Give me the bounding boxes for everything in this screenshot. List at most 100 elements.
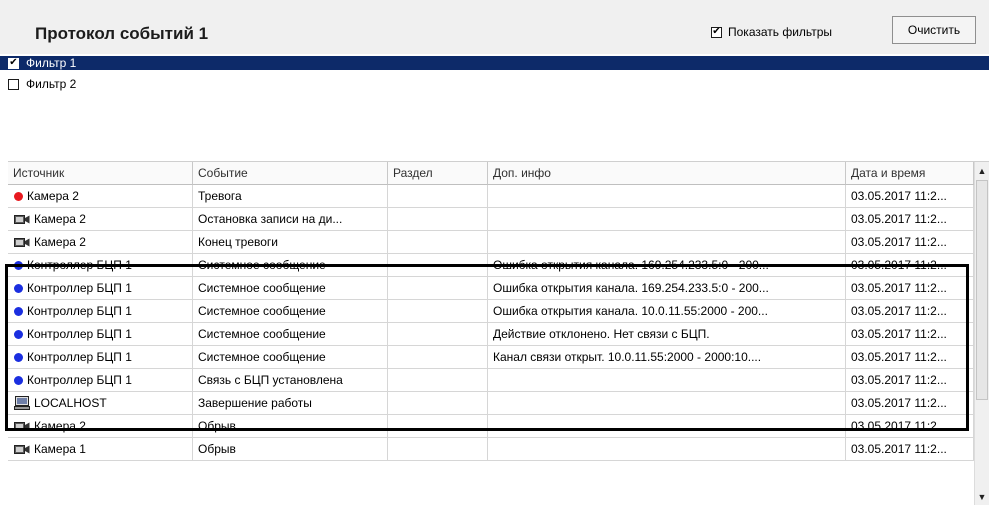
- source-label: Камера 2: [34, 212, 86, 226]
- cell-datetime: 03.05.2017 11:2...: [846, 392, 974, 415]
- event-log-header: Протокол событий 1 ✔ Показать фильтры Оч…: [0, 0, 989, 54]
- cell-section: [388, 346, 488, 369]
- cell-info: Ошибка открытия канала. 10.0.11.55:2000 …: [488, 300, 846, 323]
- column-header-info[interactable]: Доп. инфо: [488, 162, 846, 185]
- filter-1-checkbox[interactable]: ✔: [8, 57, 19, 69]
- cell-event: Системное сообщение: [193, 346, 388, 369]
- table-row[interactable]: Камера 2 Тревога 03.05.2017 11:2...: [8, 185, 974, 208]
- cell-event: Системное сообщение: [193, 254, 388, 277]
- blue-dot-icon: [14, 306, 23, 316]
- blue-dot-icon: [14, 260, 23, 270]
- table-row[interactable]: Камера 2 Остановка записи на ди... 03.05.2…: [8, 208, 974, 231]
- column-header-source[interactable]: Источник: [8, 162, 193, 185]
- cell-info: Ошибка открытия канала. 169.254.233.5:0 …: [488, 254, 846, 277]
- cell-datetime: 03.05.2017 11:2...: [846, 323, 974, 346]
- table-row[interactable]: Контроллер БЦП 1 Связь с БЦП установлена 0…: [8, 369, 974, 392]
- scrollbar-thumb[interactable]: [976, 180, 988, 400]
- show-filters-checkbox[interactable]: ✔: [711, 26, 722, 38]
- camera-icon: [14, 214, 30, 225]
- cell-source: Камера 2: [8, 231, 193, 254]
- scroll-down-icon[interactable]: ▼: [975, 488, 989, 505]
- cell-event: Тревога: [193, 185, 388, 208]
- cell-event: Обрыв: [193, 415, 388, 438]
- clear-button[interactable]: Очистить: [892, 16, 976, 44]
- cell-section: [388, 277, 488, 300]
- table-row[interactable]: Камера 1 Обрыв 03.05.2017 11:2...: [8, 438, 974, 461]
- table-row[interactable]: Контроллер БЦП 1 Системное сообщение Ошибк…: [8, 277, 974, 300]
- cell-datetime: 03.05.2017 11:2...: [846, 185, 974, 208]
- cell-section: [388, 323, 488, 346]
- filter-1-label: Фильтр 1: [26, 56, 77, 70]
- cell-datetime: 03.05.2017 11:2...: [846, 369, 974, 392]
- cell-datetime: 03.05.2017 11:2...: [846, 208, 974, 231]
- source-label: Контроллер БЦП 1: [27, 281, 132, 295]
- source-label: Камера 2: [27, 189, 79, 203]
- table-row[interactable]: LOCALHOST Завершение работы 03.05.2017 11:…: [8, 392, 974, 415]
- table-row[interactable]: Камера 2 Конец тревоги 03.05.2017 11:2...: [8, 231, 974, 254]
- cell-source: LOCALHOST: [8, 392, 193, 415]
- red-dot-icon: [14, 191, 23, 201]
- cell-info: [488, 185, 846, 208]
- table-header: Источник Событие Раздел Доп. инфо Дата и…: [8, 162, 974, 185]
- filter-2-checkbox[interactable]: [8, 78, 19, 90]
- source-label: LOCALHOST: [34, 396, 107, 410]
- table-row[interactable]: Контроллер БЦП 1 Системное сообщение Ошибк…: [8, 254, 974, 277]
- cell-datetime: 03.05.2017 11:2...: [846, 415, 974, 438]
- table-row[interactable]: Контроллер БЦП 1 Системное сообщение Ошибк…: [8, 300, 974, 323]
- cell-source: Камера 2: [8, 185, 193, 208]
- filter-2-label: Фильтр 2: [26, 77, 77, 91]
- cell-event: Системное сообщение: [193, 300, 388, 323]
- cell-info: [488, 438, 846, 461]
- events-table: Источник Событие Раздел Доп. инфо Дата и…: [8, 161, 989, 505]
- cell-section: [388, 254, 488, 277]
- table-row[interactable]: Контроллер БЦП 1 Системное сообщение Дейст…: [8, 323, 974, 346]
- source-label: Камера 1: [34, 442, 86, 456]
- computer-icon: [14, 396, 30, 410]
- cell-section: [388, 369, 488, 392]
- source-label: Камера 2: [34, 235, 86, 249]
- filter-item-2[interactable]: Фильтр 2: [8, 77, 76, 91]
- column-header-event[interactable]: Событие: [193, 162, 388, 185]
- cell-source: Камера 2: [8, 208, 193, 231]
- cell-section: [388, 185, 488, 208]
- column-header-datetime[interactable]: Дата и время: [846, 162, 974, 185]
- cell-datetime: 03.05.2017 11:2...: [846, 254, 974, 277]
- blue-dot-icon: [14, 283, 23, 293]
- cell-event: Связь с БЦП установлена: [193, 369, 388, 392]
- cell-source: Контроллер БЦП 1: [8, 277, 193, 300]
- cell-source: Контроллер БЦП 1: [8, 323, 193, 346]
- cell-source: Контроллер БЦП 1: [8, 300, 193, 323]
- cell-info: [488, 392, 846, 415]
- show-filters-toggle[interactable]: ✔ Показать фильтры: [711, 24, 832, 40]
- column-header-section[interactable]: Раздел: [388, 162, 488, 185]
- filter-item-1[interactable]: ✔ Фильтр 1: [0, 56, 989, 70]
- source-label: Камера 2: [34, 419, 86, 433]
- page-title: Протокол событий 1: [35, 24, 209, 43]
- cell-event: Остановка записи на ди...: [193, 208, 388, 231]
- blue-dot-icon: [14, 352, 23, 362]
- cell-source: Камера 2: [8, 415, 193, 438]
- cell-info: [488, 231, 846, 254]
- show-filters-label: Показать фильтры: [728, 25, 833, 39]
- cell-datetime: 03.05.2017 11:2...: [846, 277, 974, 300]
- cell-info: [488, 208, 846, 231]
- camera-icon: [14, 237, 30, 248]
- table-row[interactable]: Камера 2 Обрыв 03.05.2017 11:2...: [8, 415, 974, 438]
- cell-section: [388, 438, 488, 461]
- camera-icon: [14, 421, 30, 432]
- table-row[interactable]: Контроллер БЦП 1 Системное сообщение Канал…: [8, 346, 974, 369]
- source-label: Контроллер БЦП 1: [27, 327, 132, 341]
- cell-section: [388, 208, 488, 231]
- vertical-scrollbar[interactable]: ▲ ▼: [974, 162, 989, 505]
- blue-dot-icon: [14, 329, 23, 339]
- cell-datetime: 03.05.2017 11:2...: [846, 438, 974, 461]
- cell-section: [388, 231, 488, 254]
- cell-section: [388, 392, 488, 415]
- cell-event: Обрыв: [193, 438, 388, 461]
- cell-info: [488, 415, 846, 438]
- cell-source: Камера 1: [8, 438, 193, 461]
- scroll-up-icon[interactable]: ▲: [975, 162, 989, 179]
- cell-datetime: 03.05.2017 11:2...: [846, 346, 974, 369]
- source-label: Контроллер БЦП 1: [27, 350, 132, 364]
- cell-info: Канал связи открыт. 10.0.11.55:2000 - 20…: [488, 346, 846, 369]
